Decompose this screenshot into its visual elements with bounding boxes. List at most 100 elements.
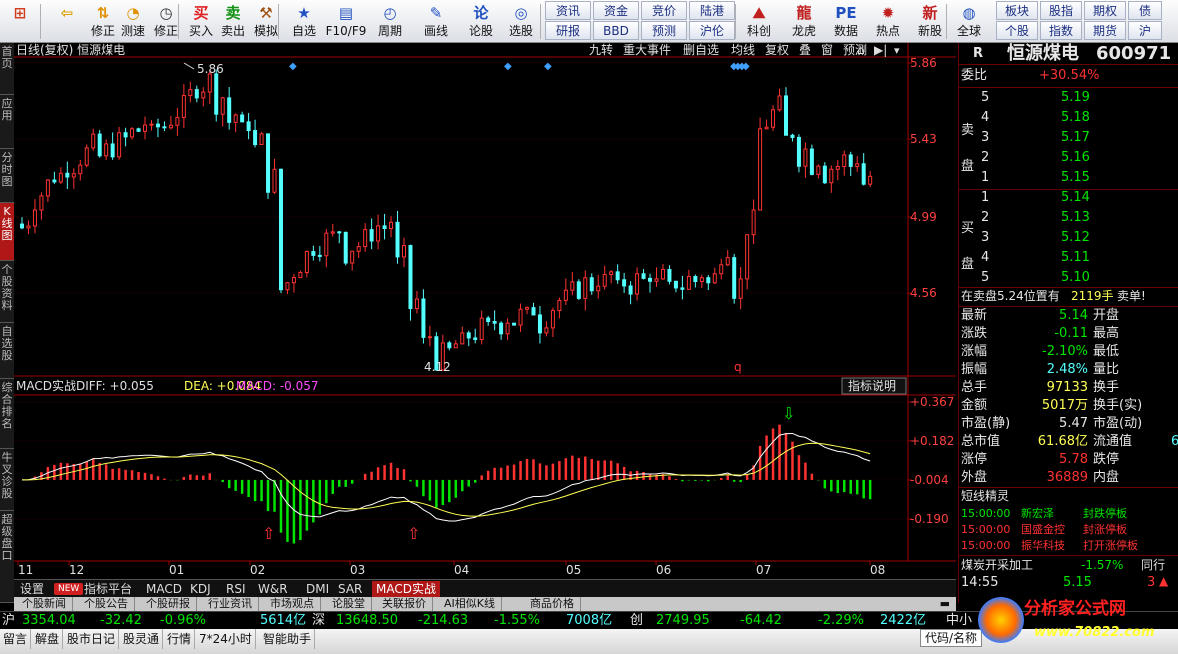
toolbar-button-全球[interactable]: ◍ 全球 [952, 0, 986, 43]
toolbar-grid2-button[interactable]: 指数 [1040, 21, 1082, 40]
kline-menu-6[interactable]: 窗 [821, 43, 833, 57]
kline-menu-4[interactable]: 复权 [765, 43, 789, 57]
left-tab-8[interactable]: 超级盘口 [0, 511, 14, 603]
left-tab-7[interactable]: 牛叉诊股 [0, 449, 14, 511]
toolbar-button-卖出[interactable]: 卖卖出 [218, 0, 248, 43]
toolbar-grid2-button[interactable]: 个股 [996, 21, 1038, 40]
news-tab-3[interactable]: 行业资讯 [202, 597, 259, 611]
indicator-tab-5[interactable]: RSI [222, 581, 250, 597]
toolbar-button-back-arrow[interactable]: ⇦ [50, 0, 84, 43]
toolbar-grid-button[interactable]: BBD [593, 21, 639, 40]
search-code-input[interactable]: 代码/名称 [920, 629, 983, 647]
candle-body [363, 229, 368, 248]
left-tab-5[interactable]: 自选股 [0, 323, 14, 379]
toolbar-grid2-button[interactable]: 期权 [1084, 1, 1126, 20]
news-tab-1[interactable]: 个股公告 [78, 597, 135, 611]
left-tab-1[interactable]: 应用 [0, 95, 14, 149]
toolbar-grid-button[interactable]: 研报 [545, 21, 591, 40]
toolbar-grid-button[interactable]: 陆港 [689, 1, 735, 20]
quote-label-2: 流通值 [1093, 434, 1133, 449]
left-tab-6[interactable]: 综合排名 [0, 379, 14, 449]
price-tick-label: 4.99 [910, 210, 937, 224]
candle-body [39, 195, 44, 211]
dxjl-stock[interactable]: 国盛金控 [1021, 522, 1065, 538]
indicator-tab-4[interactable]: KDJ [186, 581, 215, 597]
chart-area[interactable]: 日线(复权) 恒源煤电 九转 重大事件 删自选 均线 复权叠窗预测 ⌂ ▶| ▾ 5.86 5.43… [14, 42, 956, 579]
status-item-6[interactable]: 智能助手 [260, 629, 316, 649]
indicator-tab-0[interactable]: 设置 [16, 581, 48, 597]
candle-body [389, 221, 394, 230]
indicator-tab-2[interactable]: 指标平台 [80, 581, 136, 597]
news-tab-8[interactable]: 商品价格 [524, 597, 581, 611]
kline-menu-3[interactable]: 均线 [731, 43, 755, 57]
macd-tick-label: -0.004 [910, 473, 949, 487]
status-item-1[interactable]: 解盘 [32, 629, 64, 649]
kline-menu-0[interactable]: 九转 [589, 42, 613, 57]
toolbar-button-画线[interactable]: ✎ 画线 [413, 0, 459, 43]
status-item-2[interactable]: 股市日记 [64, 629, 120, 649]
sector-tab[interactable]: 同行 [1141, 556, 1165, 574]
dxjl-stock[interactable]: 新宏泽 [1021, 506, 1054, 522]
left-tab-4[interactable]: 个股资料 [0, 261, 14, 323]
news-tab-0[interactable]: 个股新闻 [16, 597, 73, 611]
left-tab-2[interactable]: 分时图 [0, 149, 14, 203]
quote-label: 涨幅 [961, 344, 988, 359]
status-item-0[interactable]: 留言 [0, 629, 32, 649]
toolbar-button-label: 画线 [423, 24, 448, 38]
toolbar-button-数据[interactable]: PE 数据 [826, 0, 866, 43]
indicator-tab-9[interactable]: MACD实战 [372, 581, 440, 597]
toolbar-grid-button[interactable]: 沪伦 [689, 21, 735, 40]
toolbar-grid2-button[interactable]: 股指 [1040, 1, 1082, 20]
toolbar-button-修正[interactable]: ⇅ 修正 [88, 0, 118, 43]
dxjl-stock[interactable]: 振华科技 [1021, 538, 1065, 554]
lock-icon[interactable]: ⌂ [857, 43, 865, 57]
toolbar-button-论股[interactable]: 论论股 [462, 0, 500, 43]
toolbar-button-科创[interactable]: ⛰ 科创 [740, 0, 778, 43]
toolbar-grid-button[interactable]: 资金 [593, 1, 639, 20]
left-tab-3[interactable]: K线图 [0, 203, 14, 261]
dropdown-icon[interactable]: ▾ [894, 44, 900, 57]
toolbar-grid-button[interactable]: 预测 [641, 21, 687, 40]
news-tab-7[interactable]: AI相似K线 [438, 597, 502, 611]
left-tab-0[interactable]: 首页 [0, 43, 14, 95]
toolbar-button-周期[interactable]: ◴ 周期 [369, 0, 411, 43]
candle-body [732, 257, 737, 299]
indicator-tab-8[interactable]: SAR [334, 581, 366, 597]
toolbar-button-龙虎[interactable]: 龍龙虎 [784, 0, 824, 43]
kline-menu-5[interactable]: 叠 [799, 43, 811, 57]
kline-menu-2[interactable]: 删自选 [683, 43, 719, 57]
next-icon[interactable]: ▶| [874, 43, 887, 57]
candle-body [214, 73, 219, 115]
indicator-tab-3[interactable]: MACD [142, 581, 186, 597]
indicator-tab-6[interactable]: W&R [254, 581, 292, 597]
toolbar-button-选股[interactable]: ◎ 选股 [500, 0, 542, 43]
indicator-tab-7[interactable]: DMI [302, 581, 333, 597]
toolbar-grid2-button[interactable]: 沪 [1128, 21, 1162, 40]
toolbar-grid-button[interactable]: 资讯 [545, 1, 591, 20]
status-item-4[interactable]: 行情 [164, 629, 196, 649]
toolbar-button-测速[interactable]: ◔ 测速 [118, 0, 148, 43]
toolbar-grid-button[interactable]: 竞价 [641, 1, 687, 20]
toolbar-grid2-button[interactable]: 债 [1128, 1, 1162, 20]
status-item-3[interactable]: 股灵通 [120, 629, 164, 649]
news-tab-2[interactable]: 个股研报 [140, 597, 197, 611]
candle-body [220, 97, 225, 115]
stock-chart[interactable]: 日线(复权) 恒源煤电 九转 重大事件 删自选 均线 复权叠窗预测⌂ ▶| ▾5.865.43… [14, 42, 956, 579]
toolbar-button-热点[interactable]: ✹ 热点 [868, 0, 908, 43]
toolbar-grid2-button[interactable]: 期货 [1084, 21, 1126, 40]
news-tab-6[interactable]: 关联报价 [376, 597, 433, 611]
home-icon: ⊞ [13, 4, 27, 22]
news-collapse-icon[interactable]: ▬ [940, 597, 950, 611]
news-tab-4[interactable]: 市场观点 [264, 597, 321, 611]
toolbar-button-新股[interactable]: 新新股 [910, 0, 950, 43]
indicator-tab-1[interactable]: NEW [54, 583, 84, 595]
status-item-5[interactable]: 7*24小时 [196, 629, 256, 649]
toolbar-button-F10/F9[interactable]: ▤ F10/F9 [325, 0, 367, 43]
toolbar-button-home[interactable]: ⊞ [2, 0, 38, 43]
kline-menu-1[interactable]: 重大事件 [623, 43, 671, 57]
news-tab-5[interactable]: 论股堂 [326, 597, 372, 611]
toolbar-button-自选[interactable]: ★ 自选 [285, 0, 323, 43]
toolbar-button-买入[interactable]: 买买入 [186, 0, 216, 43]
quote-value: 36889 [1046, 470, 1088, 485]
toolbar-grid2-button[interactable]: 板块 [996, 1, 1038, 20]
